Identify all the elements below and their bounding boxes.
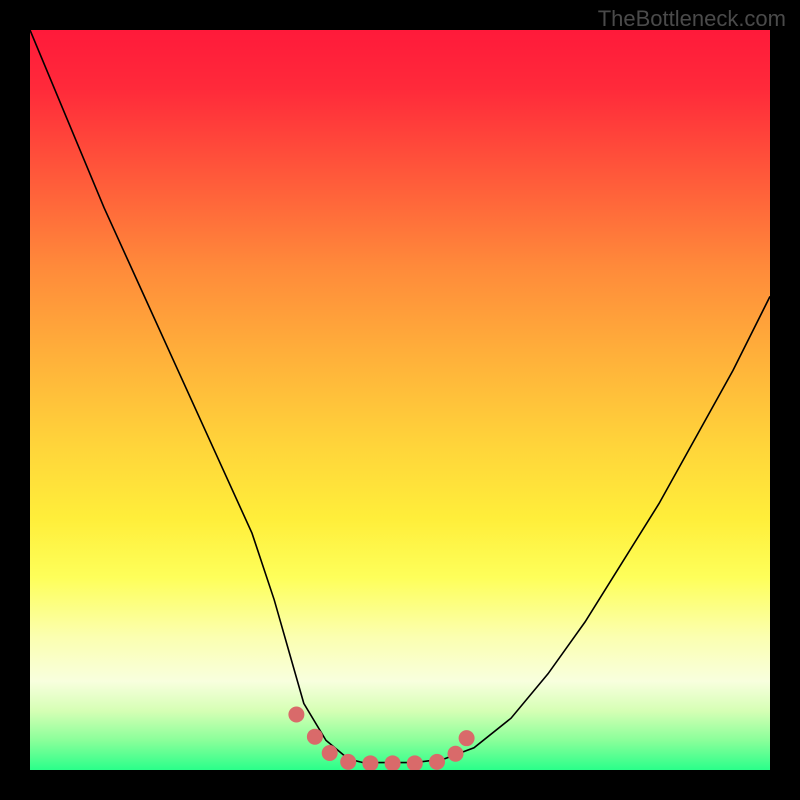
marker-dot <box>322 745 338 761</box>
marker-dot <box>429 754 445 770</box>
chart-svg <box>30 30 770 770</box>
marker-dot <box>385 755 401 770</box>
plot-area <box>30 30 770 770</box>
marker-dot <box>307 729 323 745</box>
marker-dot <box>362 755 378 770</box>
marker-dot <box>340 754 356 770</box>
marker-dot <box>448 746 464 762</box>
marker-dot <box>407 755 423 770</box>
marker-dot <box>288 707 304 723</box>
marker-dot <box>459 730 475 746</box>
bottleneck-curve <box>30 30 770 763</box>
watermark-text: TheBottleneck.com <box>598 6 786 32</box>
bottom-marker-group <box>288 707 474 771</box>
